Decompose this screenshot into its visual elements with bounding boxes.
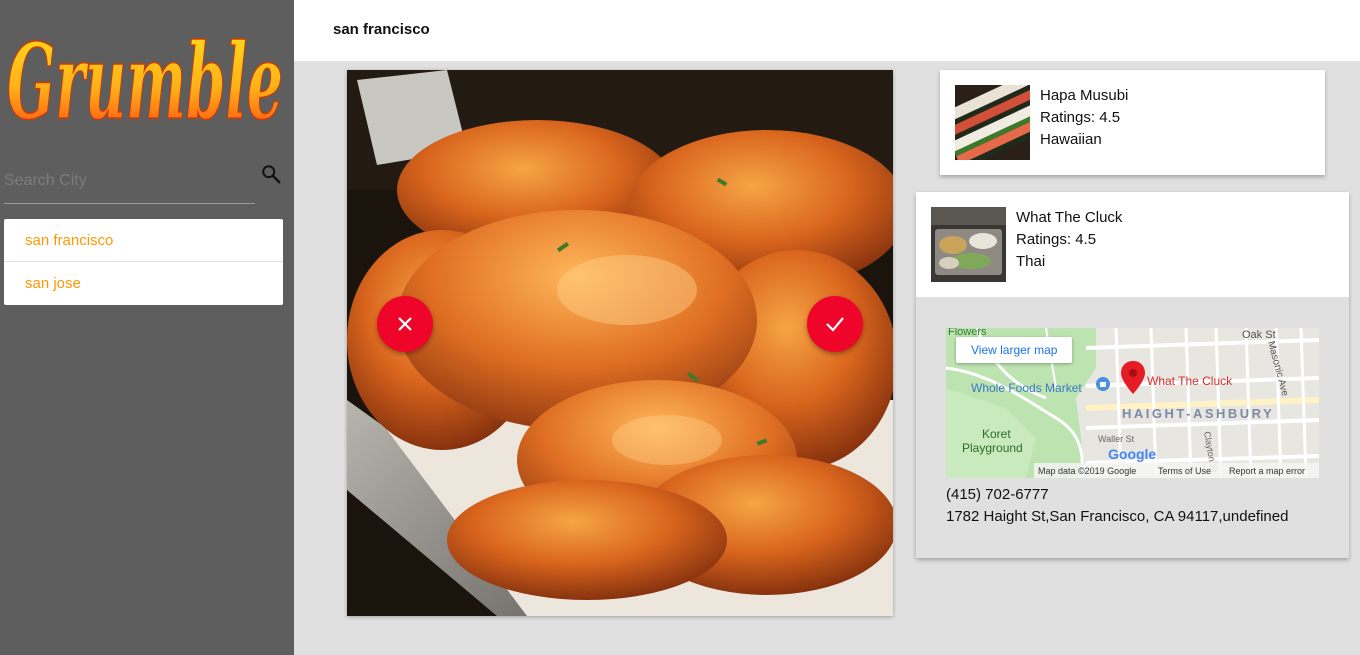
location-map[interactable]: Flowers Oak St Masonic Ave Whole Foods M… (946, 328, 1319, 478)
city-list: san francisco san jose (4, 219, 283, 305)
accept-button[interactable] (807, 296, 863, 352)
restaurant-card-header[interactable]: What The Cluck Ratings: 4.5 Thai (916, 192, 1349, 297)
map-data-credit: Map data ©2019 Google (1038, 466, 1136, 476)
restaurant-phone: (415) 702-6777 (946, 486, 1049, 503)
view-larger-map-link[interactable]: View larger map (956, 337, 1073, 363)
google-logo: Google (1108, 446, 1156, 462)
grumble-logo: Grumble (6, 19, 284, 140)
restaurant-cuisine: Hawaiian (1040, 131, 1102, 148)
header-bar: san francisco (294, 0, 1360, 61)
search-icon[interactable] (260, 163, 282, 185)
map-label-koret: Koret (982, 427, 1011, 441)
food-photo (347, 70, 893, 616)
restaurant-ratings: Ratings: 4.5 (1040, 109, 1121, 126)
page-title: san francisco (333, 21, 430, 38)
restaurant-name: What The Cluck (1016, 209, 1123, 226)
map-label-haight: HAIGHT-ASHBURY (1122, 406, 1274, 421)
check-icon (826, 317, 844, 332)
restaurant-cuisine: Thai (1016, 253, 1046, 270)
sidebar: Grumble san francisco san jose (0, 0, 294, 655)
restaurant-info: What The Cluck Ratings: 4.5 Thai (1016, 207, 1122, 273)
food-photo-card[interactable] (347, 70, 893, 616)
restaurant-card-what-the-cluck[interactable]: What The Cluck Ratings: 4.5 Thai Flowers… (916, 192, 1349, 558)
map-label-playground: Playground (962, 441, 1023, 455)
restaurant-ratings: Ratings: 4.5 (1016, 231, 1097, 248)
map-label-waller: Waller St (1098, 434, 1135, 444)
map-report-link: Report a map error (1229, 466, 1305, 476)
map-terms-link: Terms of Use (1158, 466, 1211, 476)
restaurant-info: Hapa Musubi Ratings: 4.5 Hawaiian (1040, 85, 1128, 151)
city-item-san-francisco[interactable]: san francisco (4, 219, 283, 262)
restaurant-card-hapa-musubi[interactable]: Hapa Musubi Ratings: 4.5 Hawaiian (940, 70, 1325, 175)
map-label-oak: Oak St (1242, 329, 1276, 341)
svg-text:Grumble: Grumble (7, 20, 283, 140)
search-field (4, 160, 255, 204)
restaurant-address: 1782 Haight St,San Francisco, CA 94117,u… (946, 508, 1289, 525)
restaurant-name: Hapa Musubi (1040, 87, 1129, 104)
reject-button[interactable] (377, 296, 433, 352)
city-item-san-jose[interactable]: san jose (4, 262, 283, 305)
search-input[interactable] (4, 168, 244, 194)
restaurant-thumbnail (931, 207, 1006, 282)
map-label-pin: What The Cluck (1147, 374, 1233, 388)
close-icon (398, 317, 412, 331)
restaurant-thumbnail (955, 85, 1030, 160)
map-label-whole-foods: Whole Foods Market (971, 381, 1082, 395)
